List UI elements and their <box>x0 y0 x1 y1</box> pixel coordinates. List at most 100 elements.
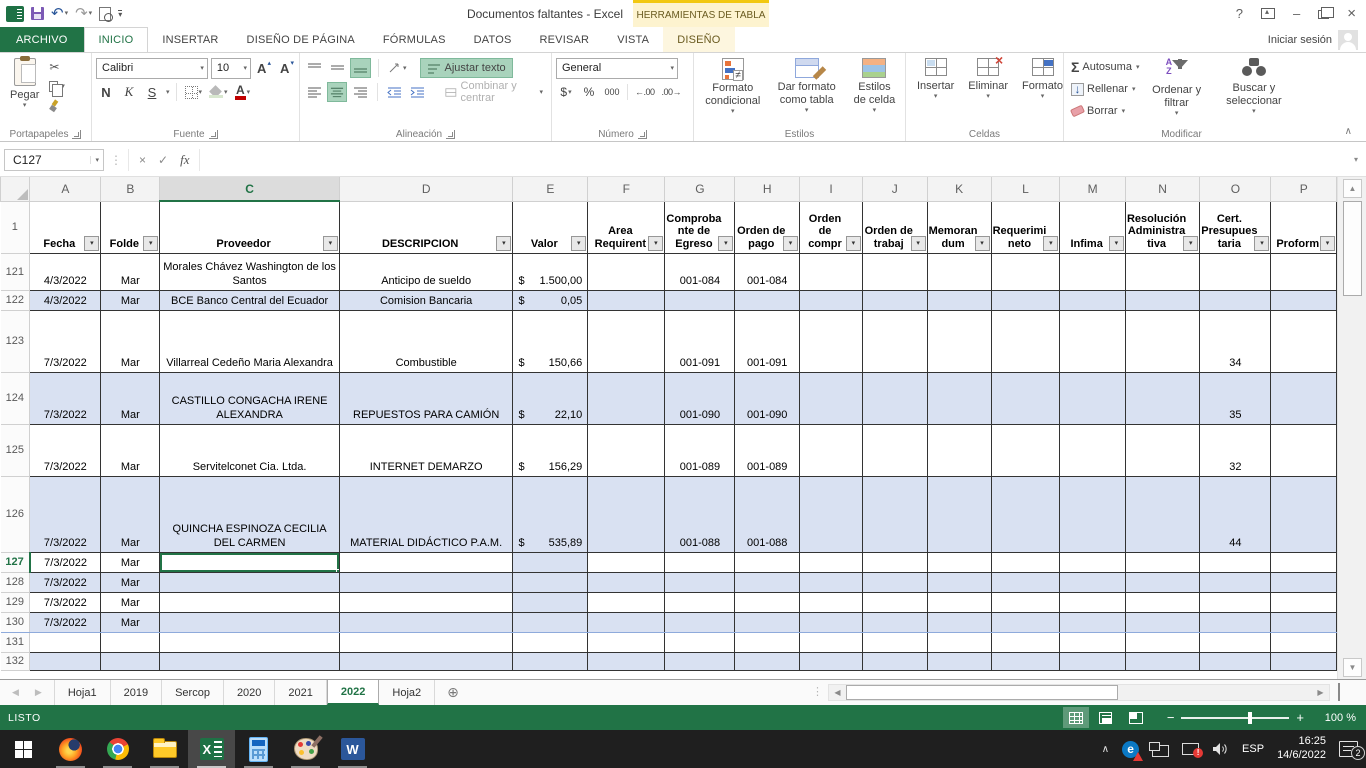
cell-J129[interactable] <box>862 592 927 612</box>
row-header-132[interactable]: 132 <box>1 652 30 670</box>
scroll-left-button[interactable]: ◀ <box>830 686 845 699</box>
zoom-in-button[interactable]: + <box>1296 711 1304 724</box>
row-header-128[interactable]: 128 <box>1 572 30 592</box>
collapse-ribbon-button[interactable]: ∧ <box>1345 126 1352 137</box>
filter-button-O[interactable]: ▾ <box>1254 236 1269 251</box>
cell-G130[interactable] <box>665 612 735 632</box>
cell-K128[interactable] <box>927 572 991 592</box>
column-header-B[interactable]: B <box>101 177 160 201</box>
insert-function-button[interactable]: fx <box>180 152 189 168</box>
cell-I126[interactable] <box>800 476 863 552</box>
cell-E123[interactable]: $150,66 <box>513 310 588 372</box>
filter-button-D[interactable]: ▾ <box>496 236 511 251</box>
sort-filter-button[interactable]: AZ Ordenar y filtrar▾ <box>1142 56 1210 124</box>
filter-button-F[interactable]: ▾ <box>648 236 663 251</box>
cell-K131[interactable] <box>927 632 991 652</box>
currency-format-button[interactable]: $▾ <box>556 82 576 102</box>
cell-B129[interactable]: Mar <box>101 592 160 612</box>
cell-C127[interactable] <box>160 552 340 572</box>
autosum-button[interactable]: ΣAutosuma▾ <box>1068 57 1142 77</box>
cell-C123[interactable]: Villarreal Cedeño Maria Alexandra <box>160 310 340 372</box>
taskbar-firefox-button[interactable] <box>47 730 94 768</box>
cell-D122[interactable]: Comision Bancaria <box>339 290 513 310</box>
cell-E129[interactable] <box>513 592 588 612</box>
cell-B121[interactable]: Mar <box>101 253 160 290</box>
cell-K122[interactable] <box>927 290 991 310</box>
sheet-tab-2021[interactable]: 2021 <box>275 680 326 705</box>
ribbon-tab-vista[interactable]: VISTA <box>603 27 663 52</box>
wrap-text-button[interactable]: Ajustar texto <box>420 58 513 78</box>
scroll-right-button[interactable]: ▶ <box>1313 686 1328 699</box>
cell-D121[interactable]: Anticipo de sueldo <box>339 253 513 290</box>
cell-O131[interactable] <box>1200 632 1271 652</box>
fill-color-button[interactable]: ▾ <box>207 82 230 102</box>
page-break-view-button[interactable] <box>1123 707 1149 728</box>
cell-P123[interactable] <box>1271 310 1337 372</box>
align-top-button[interactable] <box>304 58 324 78</box>
cell-A132[interactable] <box>30 652 101 670</box>
decrease-indent-button[interactable] <box>385 82 405 102</box>
row-header-124[interactable]: 124 <box>1 372 30 424</box>
cell-L121[interactable] <box>991 253 1060 290</box>
cell-B128[interactable]: Mar <box>101 572 160 592</box>
vertical-scroll-thumb[interactable] <box>1343 201 1362 296</box>
cell-P130[interactable] <box>1271 612 1337 632</box>
cell-M129[interactable] <box>1060 592 1126 612</box>
cell-L125[interactable] <box>991 424 1060 476</box>
taskbar-excel-button[interactable]: X <box>188 730 235 768</box>
cell-A125[interactable]: 7/3/2022 <box>30 424 101 476</box>
column-header-D[interactable]: D <box>339 177 513 201</box>
percent-format-button[interactable]: % <box>579 82 599 102</box>
close-button[interactable]: × <box>1347 5 1356 22</box>
font-color-button[interactable]: A▾ <box>233 82 253 102</box>
cell-C126[interactable]: QUINCHA ESPINOZA CECILIA DEL CARMEN <box>160 476 340 552</box>
filter-button-N[interactable]: ▾ <box>1183 236 1198 251</box>
cell-J125[interactable] <box>862 424 927 476</box>
cell-D128[interactable] <box>339 572 513 592</box>
table-header-N1[interactable]: Resolución Administra tiva▾ <box>1125 201 1199 253</box>
comma-format-button[interactable]: 000 <box>602 82 622 102</box>
filter-button-B[interactable]: ▾ <box>143 236 158 251</box>
cell-E127[interactable] <box>513 552 588 572</box>
cell-J132[interactable] <box>862 652 927 670</box>
cell-I130[interactable] <box>800 612 863 632</box>
clock[interactable]: 16:25 14/6/2022 <box>1277 735 1326 763</box>
filter-button-G[interactable]: ▾ <box>718 236 733 251</box>
table-header-E1[interactable]: Valor▾ <box>513 201 588 253</box>
cell-A123[interactable]: 7/3/2022 <box>30 310 101 372</box>
cell-K126[interactable] <box>927 476 991 552</box>
confirm-entry-button[interactable]: ✓ <box>158 153 168 167</box>
cell-G128[interactable] <box>665 572 735 592</box>
cell-I125[interactable] <box>800 424 863 476</box>
cell-E130[interactable] <box>513 612 588 632</box>
cell-M128[interactable] <box>1060 572 1126 592</box>
cell-O132[interactable] <box>1200 652 1271 670</box>
cell-J124[interactable] <box>862 372 927 424</box>
cell-P127[interactable] <box>1271 552 1337 572</box>
cell-I131[interactable] <box>800 632 863 652</box>
cell-P132[interactable] <box>1271 652 1337 670</box>
cell-C130[interactable] <box>160 612 340 632</box>
cell-L131[interactable] <box>991 632 1060 652</box>
cell-F129[interactable] <box>588 592 665 612</box>
cell-C125[interactable]: Servitelconet Cia. Ltda. <box>160 424 340 476</box>
row-header-121[interactable]: 121 <box>1 253 30 290</box>
cell-O126[interactable]: 44 <box>1200 476 1271 552</box>
cell-N132[interactable] <box>1125 652 1199 670</box>
column-header-F[interactable]: F <box>588 177 665 201</box>
sheet-tab-2020[interactable]: 2020 <box>224 680 275 705</box>
cell-L128[interactable] <box>991 572 1060 592</box>
cell-F121[interactable] <box>588 253 665 290</box>
keyboard-language[interactable]: ESP <box>1242 743 1264 755</box>
clear-button[interactable]: Borrar▾ <box>1068 101 1142 121</box>
tab-split-handle[interactable]: ⋮ <box>812 685 823 698</box>
filter-button-H[interactable]: ▾ <box>783 236 798 251</box>
cell-M123[interactable] <box>1060 310 1126 372</box>
taskbar-start-button[interactable] <box>0 730 47 768</box>
cell-L130[interactable] <box>991 612 1060 632</box>
cell-L129[interactable] <box>991 592 1060 612</box>
cell-D130[interactable] <box>339 612 513 632</box>
table-header-P1[interactable]: Proform▾ <box>1271 201 1337 253</box>
ribbon-tab-diseño-de-página[interactable]: DISEÑO DE PÁGINA <box>233 27 369 52</box>
table-header-F1[interactable]: Area Requirent▾ <box>588 201 665 253</box>
